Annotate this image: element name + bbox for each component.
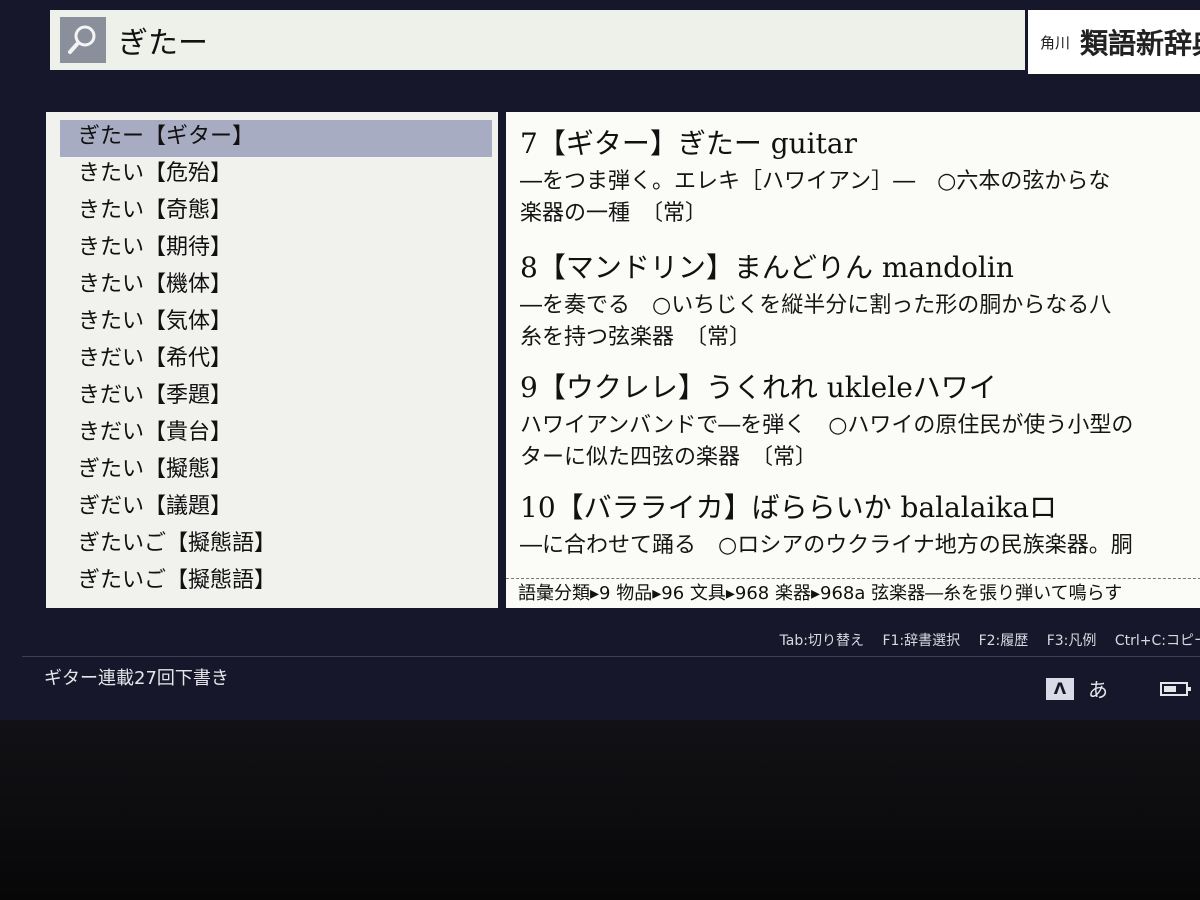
entry-guitar: 7【ギター】ぎたー guitar ―をつま弾く。エレキ［ハワイアン］― ○六本の… <box>520 122 1110 230</box>
entry-example: ―に合わせて踊る ○ロシアのウクライナ地方の民族楽器。胴 <box>520 533 1133 558</box>
entry-balalaika: 10【バラライカ】ばららいか balalaikaロ ―に合わせて踊る ○ロシアの… <box>520 486 1133 562</box>
entry-panel[interactable]: 7【ギター】ぎたー guitar ―をつま弾く。エレキ［ハワイアン］― ○六本の… <box>506 112 1200 608</box>
entry-headword: 9【ウクレレ】うくれれ ukleleハワイ <box>520 371 997 404</box>
entry-headword: 10【バラライカ】ばららいか balalaikaロ <box>520 491 1058 524</box>
list-item[interactable]: ぎたい【擬態】 <box>60 453 492 490</box>
list-item[interactable]: きたい【危殆】 <box>60 157 492 194</box>
entry-example: ハワイアンバンドで―を弾く ○ハワイの原住民が使う小型の <box>520 413 1134 438</box>
list-item[interactable]: きだい【希代】 <box>60 342 492 379</box>
status-divider <box>22 656 1200 657</box>
ime-indicator-icon: Λ <box>1046 678 1074 700</box>
entry-headword: 7【ギター】ぎたー guitar <box>520 127 857 160</box>
entry-ukulele: 9【ウクレレ】うくれれ ukleleハワイ ハワイアンバンドで―を弾く ○ハワイ… <box>520 366 1133 474</box>
list-item[interactable]: きだい【季題】 <box>60 379 492 416</box>
device-bezel <box>0 720 1200 900</box>
dictionary-name: 類語新辞典 <box>1080 27 1200 60</box>
battery-icon <box>1160 682 1191 696</box>
hint-f3: F3:凡例 <box>1046 633 1097 649</box>
dictionary-title: 角川 類語新辞典 <box>1028 10 1200 74</box>
app-screen: ぎたー 角川 類語新辞典 ぎたー【ギター】 きたい【危殆】 きたい【奇態】 きた… <box>0 0 1200 720</box>
entry-definition: 糸を持つ弦楽器 〔常〕 <box>520 325 752 350</box>
list-item[interactable]: ぎたいご【擬態語】 <box>60 527 492 564</box>
list-item[interactable]: きたい【気体】 <box>60 305 492 342</box>
list-item[interactable]: きだい【貴台】 <box>60 416 492 453</box>
hint-f2: F2:履歴 <box>978 633 1029 649</box>
entry-example: ―をつま弾く。エレキ［ハワイアン］― ○六本の弦からな <box>520 169 1111 194</box>
entry-definition: ターに似た四弦の楽器 〔常〕 <box>520 445 818 470</box>
status-text: ギター連載27回下書き <box>44 668 229 689</box>
category-path[interactable]: 語彙分類▸9 物品▸96 文具▸968 楽器▸968a 弦楽器―糸を張り弾いて鳴… <box>506 578 1200 608</box>
search-input[interactable]: ぎたー <box>118 18 208 62</box>
entry-example: ―を奏でる ○いちじくを縦半分に割った形の胴からなる八 <box>520 293 1112 318</box>
entry-definition: 楽器の一種 〔常〕 <box>520 201 708 226</box>
hint-copy: Ctrl+C:コピー <box>1114 633 1200 649</box>
dictionary-publisher: 角川 <box>1040 33 1071 52</box>
key-hints: Tab:切り替え F1:辞書選択 F2:履歴 F3:凡例 Ctrl+C:コピー <box>766 630 1200 650</box>
search-icon[interactable] <box>60 17 106 63</box>
list-item[interactable]: ぎだい【議題】 <box>60 490 492 527</box>
word-list[interactable]: ぎたー【ギター】 きたい【危殆】 きたい【奇態】 きたい【期待】 きたい【機体】… <box>46 112 498 608</box>
list-item[interactable]: ぎたいご【擬態語】 <box>60 564 492 601</box>
list-item[interactable]: きたい【機体】 <box>60 268 492 305</box>
list-item[interactable]: きたい【奇態】 <box>60 194 492 231</box>
search-bar[interactable]: ぎたー <box>50 10 1025 70</box>
hint-f1: F1:辞書選択 <box>882 633 961 649</box>
list-item[interactable]: きたい【期待】 <box>60 231 492 268</box>
list-item-selected[interactable]: ぎたー【ギター】 <box>60 120 492 157</box>
entry-mandolin: 8【マンドリン】まんどりん mandolin ―を奏でる ○いちじくを縦半分に割… <box>520 246 1111 354</box>
hint-tab: Tab:切り替え <box>779 633 864 649</box>
entry-headword: 8【マンドリン】まんどりん mandolin <box>520 251 1014 284</box>
ime-mode: あ <box>1088 678 1108 702</box>
